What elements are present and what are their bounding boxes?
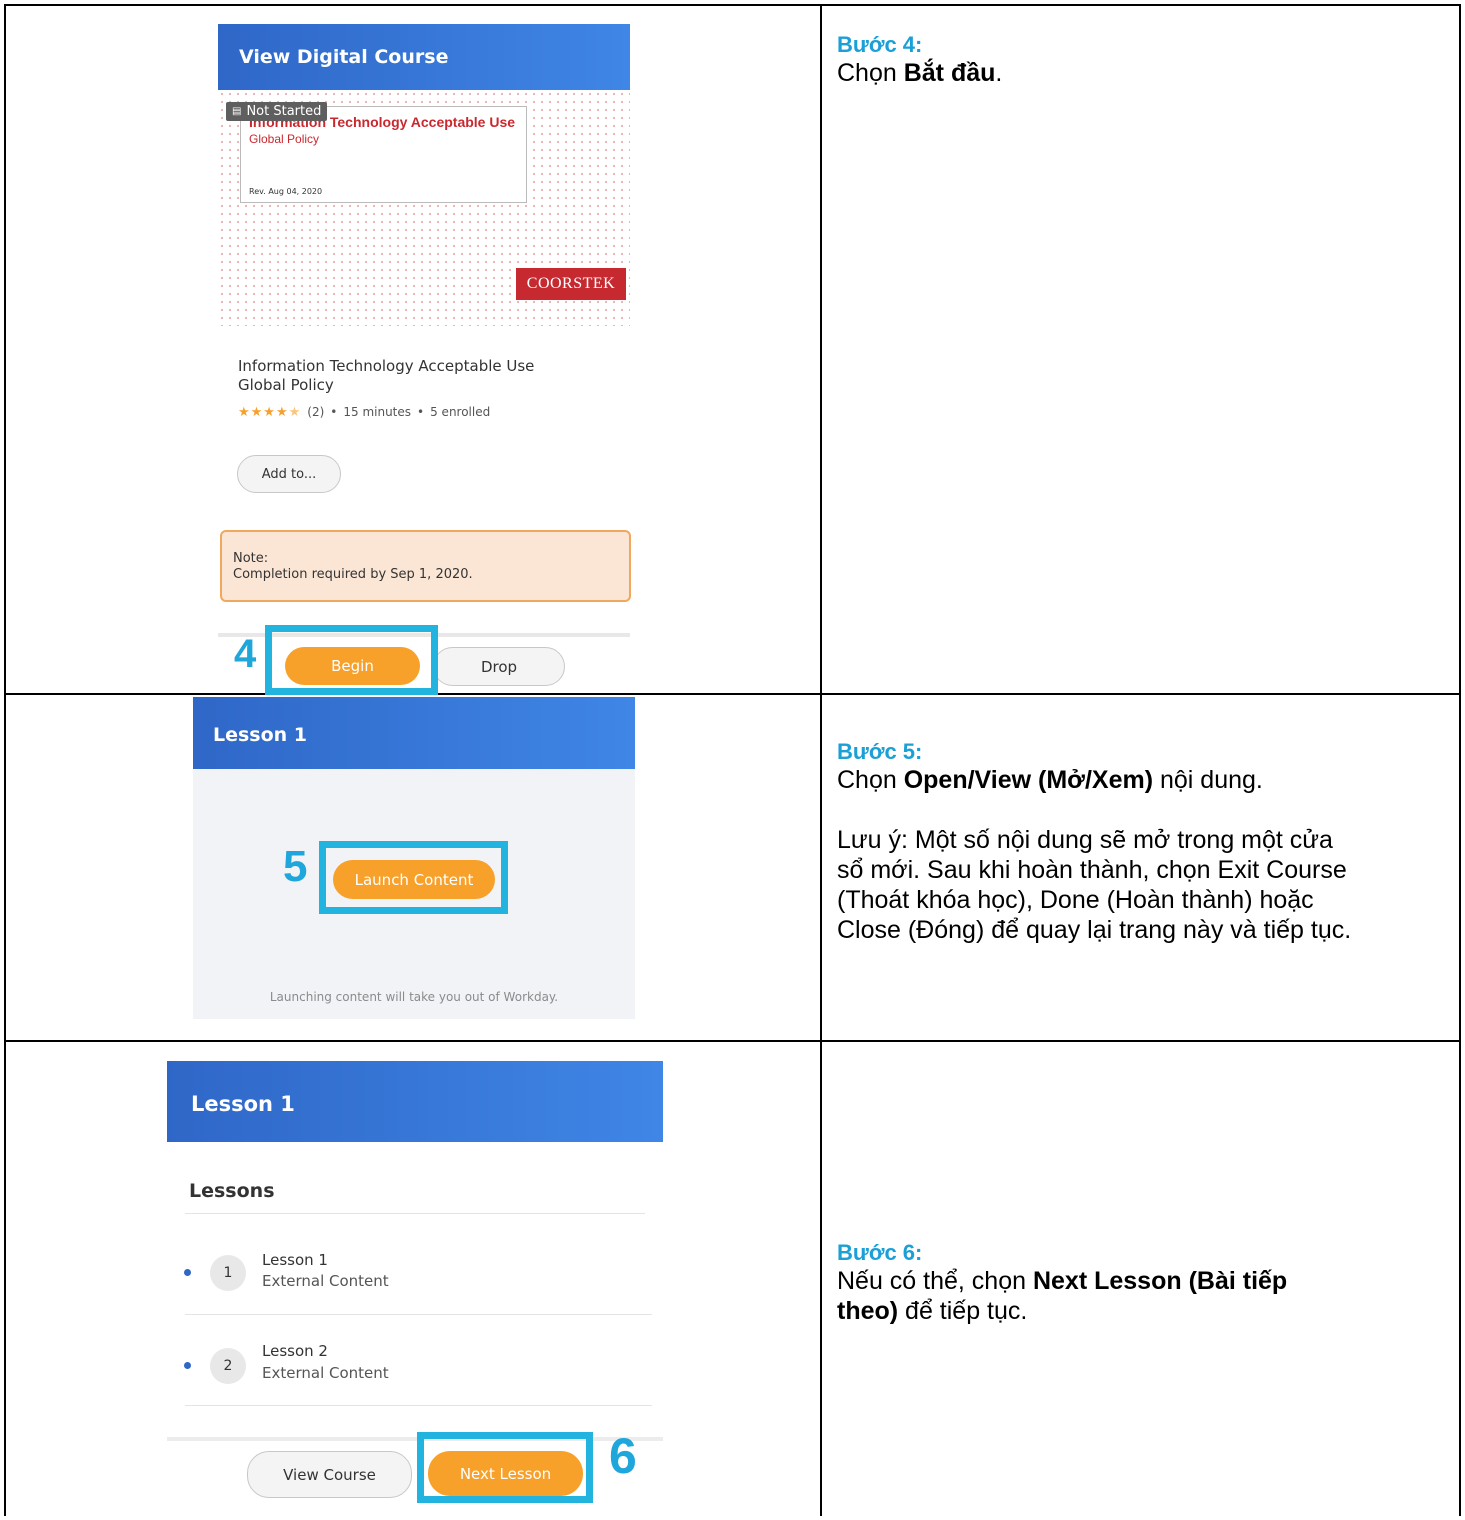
grid-middle <box>820 4 822 1516</box>
lesson-subtitle: External Content <box>262 1272 389 1290</box>
grid-left <box>4 4 6 1516</box>
note-box: Note: Completion required by Sep 1, 2020… <box>220 530 631 602</box>
step-6-title: Bước 6: <box>837 1240 923 1265</box>
divider <box>185 1213 645 1214</box>
lesson-subtitle: External Content <box>262 1364 389 1382</box>
lesson-number-badge: 1 <box>210 1255 246 1291</box>
launch-footer-text: Launching content will take you out of W… <box>269 990 559 1004</box>
cover-card-subtitle: Global Policy <box>249 132 320 146</box>
meta-separator-icon: • <box>330 405 338 419</box>
half-star-icon: ★ <box>288 404 302 420</box>
step-5-note-line3: (Thoát khóa học), Done (Hoàn thành) hoặc <box>837 886 1314 914</box>
drop-button[interactable]: Drop <box>433 647 565 686</box>
step-marker-5: 5 <box>283 842 308 891</box>
note-label: Note: <box>233 551 269 566</box>
step-6-instructions: Bước 6: Nếu có thể, chọn Next Lesson (Bà… <box>837 1240 1287 1326</box>
lesson-title: Lesson 1 <box>262 1251 328 1269</box>
view-course-button[interactable]: View Course <box>247 1451 412 1498</box>
header-title: Lesson 1 <box>191 1092 295 1116</box>
panel-header: Lesson 1 <box>167 1061 663 1142</box>
status-label: Not Started <box>246 104 322 119</box>
view-course-label: View Course <box>283 1465 376 1484</box>
step-6-text-line1: Nếu có thể, chọn Next Lesson (Bài tiếp <box>837 1267 1288 1295</box>
step-5-note-line2: sổ mới. Sau khi hoàn thành, chọn Exit Co… <box>837 856 1347 884</box>
next-lesson-highlight <box>417 1432 593 1503</box>
duration: 15 minutes <box>343 405 412 419</box>
step-5-title: Bước 5: <box>837 739 923 764</box>
cover-card-rev: Rev. Aug 04, 2020 <box>249 187 323 196</box>
course-cover: Information Technology Acceptable Use Gl… <box>218 90 630 326</box>
add-to-label: Add to... <box>261 466 317 482</box>
course-title-line1: Information Technology Acceptable Use <box>238 357 535 375</box>
step-4-instructions: Bước 4: Chọn Bắt đầu. <box>837 32 1002 88</box>
divider <box>185 1314 652 1315</box>
divider <box>185 1405 652 1406</box>
header-title: View Digital Course <box>239 46 449 68</box>
lesson-number-badge: 2 <box>210 1348 246 1384</box>
meta-separator-icon: • <box>417 405 425 419</box>
course-meta: ★★★★★ (2) • 15 minutes • 5 enrolled <box>238 403 490 421</box>
step-marker-6: 6 <box>609 1428 637 1484</box>
step-4-text: Chọn Bắt đầu. <box>837 59 1003 87</box>
header-title: Lesson 1 <box>213 724 308 746</box>
enrolled-count: 5 enrolled <box>430 405 491 419</box>
grid-row2 <box>4 1040 1461 1042</box>
course-title-line2: Global Policy <box>238 376 334 394</box>
grid-row1 <box>4 693 1461 695</box>
step-5-note-line1: Lưu ý: Một số nội dung sẽ mở trong một c… <box>837 826 1333 854</box>
step-6-text-line2: theo) để tiếp tục. <box>837 1297 1028 1325</box>
add-to-button[interactable]: Add to... <box>237 455 341 493</box>
grid-right <box>1459 4 1461 1516</box>
panel-header: View Digital Course <box>218 24 630 90</box>
lesson-title: Lesson 2 <box>262 1342 328 1360</box>
lessons-section-title: Lessons <box>189 1180 275 1202</box>
step-5-instructions: Bước 5: Chọn Open/View (Mở/Xem) nội dung… <box>837 739 1351 945</box>
status-icon: ▤ <box>232 106 242 117</box>
step-4-title: Bước 4: <box>837 32 923 57</box>
status-badge: ▤ Not Started <box>226 102 328 121</box>
unread-dot <box>184 1362 191 1369</box>
note-text: Completion required by Sep 1, 2020. <box>233 567 473 582</box>
coorstek-logo: COORSTEK <box>516 268 626 300</box>
step-marker-4: 4 <box>234 632 257 676</box>
step-5-text: Chọn Open/View (Mở/Xem) nội dung. <box>837 766 1263 794</box>
begin-highlight <box>265 625 438 695</box>
panel-header: Lesson 1 <box>193 697 635 769</box>
launch-highlight <box>319 841 508 914</box>
step-5-note-line4: Close (Đóng) để quay lại trang này và ti… <box>837 916 1352 944</box>
star-rating: ★★★★★ <box>238 404 302 420</box>
drop-label: Drop <box>480 657 518 676</box>
grid-top <box>4 4 1461 6</box>
rating-count: (2) <box>307 405 325 419</box>
unread-dot <box>184 1269 191 1276</box>
